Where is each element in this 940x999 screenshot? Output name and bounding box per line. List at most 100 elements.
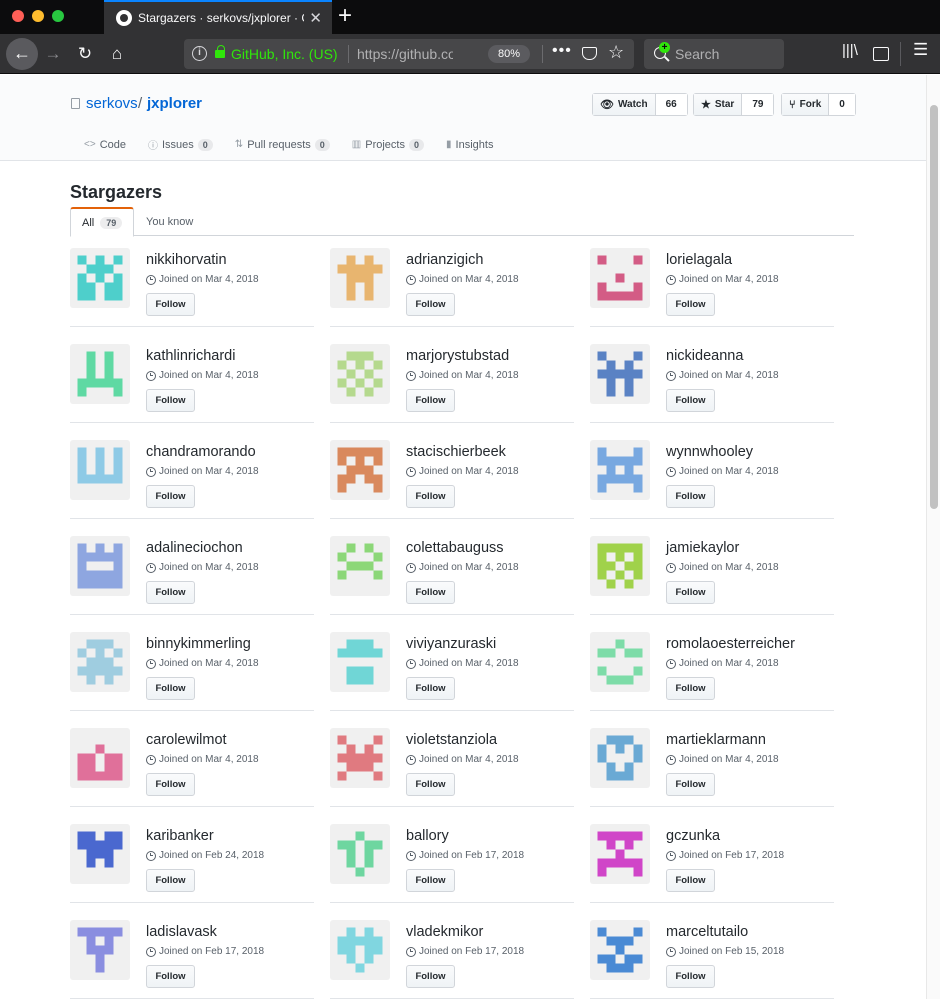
user-login-link[interactable]: marceltutailo: [666, 924, 748, 940]
tab-projects[interactable]: ▥ Projects 0: [352, 137, 425, 152]
avatar[interactable]: [70, 248, 130, 308]
avatar[interactable]: [590, 728, 650, 788]
follow-button[interactable]: Follow: [666, 869, 715, 892]
user-login-link[interactable]: lorielagala: [666, 252, 732, 268]
bookmark-star-icon[interactable]: ☆: [608, 42, 624, 63]
follow-button[interactable]: Follow: [666, 677, 715, 700]
follow-button[interactable]: Follow: [406, 773, 455, 796]
browser-tab-active[interactable]: Stargazers · serkovs/jxplorer · GitHub ✕: [104, 0, 332, 34]
follow-button[interactable]: Follow: [146, 485, 195, 508]
close-window-button[interactable]: [12, 10, 24, 22]
repo-owner-link[interactable]: serkovs: [86, 95, 138, 112]
user-login-link[interactable]: vladekmikor: [406, 924, 483, 940]
site-info-icon[interactable]: i: [192, 46, 207, 61]
pocket-icon[interactable]: [582, 47, 597, 60]
follow-button[interactable]: Follow: [146, 677, 195, 700]
avatar[interactable]: [330, 344, 390, 404]
user-login-link[interactable]: martieklarmann: [666, 732, 766, 748]
new-tab-button[interactable]: +: [338, 3, 352, 29]
user-login-link[interactable]: karibanker: [146, 828, 214, 844]
scrollbar-thumb[interactable]: [930, 105, 938, 509]
follow-button[interactable]: Follow: [666, 965, 715, 988]
tab-issues[interactable]: ⓘ Issues 0: [148, 137, 213, 152]
search-bar[interactable]: + Search: [644, 39, 784, 69]
watch-count[interactable]: 66: [655, 94, 687, 115]
avatar[interactable]: [330, 248, 390, 308]
follow-button[interactable]: Follow: [146, 581, 195, 604]
menu-icon[interactable]: ☰: [913, 40, 928, 60]
follow-button[interactable]: Follow: [666, 389, 715, 412]
zoom-window-button[interactable]: [52, 10, 64, 22]
avatar[interactable]: [70, 536, 130, 596]
follow-button[interactable]: Follow: [406, 485, 455, 508]
user-login-link[interactable]: colettabauguss: [406, 540, 504, 556]
avatar[interactable]: [70, 824, 130, 884]
avatar[interactable]: [330, 728, 390, 788]
follow-button[interactable]: Follow: [406, 389, 455, 412]
close-tab-icon[interactable]: ✕: [309, 9, 322, 27]
avatar[interactable]: [330, 632, 390, 692]
user-login-link[interactable]: kathlinrichardi: [146, 348, 235, 364]
url-bar[interactable]: i GitHub, Inc. (US) https://github.com/s…: [184, 39, 634, 69]
avatar[interactable]: [590, 632, 650, 692]
user-login-link[interactable]: carolewilmot: [146, 732, 227, 748]
page-actions-icon[interactable]: •••: [552, 42, 572, 60]
tab-insights[interactable]: ▮ Insights: [446, 137, 493, 152]
watch-button[interactable]: 👁 Watch: [593, 94, 656, 115]
avatar[interactable]: [330, 536, 390, 596]
fork-button[interactable]: ⑂ Fork: [782, 94, 830, 115]
user-login-link[interactable]: nikkihorvatin: [146, 252, 227, 268]
user-login-link[interactable]: romolaoesterreicher: [666, 636, 795, 652]
minimize-window-button[interactable]: [32, 10, 44, 22]
avatar[interactable]: [330, 920, 390, 980]
follow-button[interactable]: Follow: [146, 293, 195, 316]
reload-button[interactable]: ↻: [72, 41, 98, 67]
avatar[interactable]: [330, 440, 390, 500]
user-login-link[interactable]: binnykimmerling: [146, 636, 251, 652]
user-login-link[interactable]: nickideanna: [666, 348, 743, 364]
follow-button[interactable]: Follow: [146, 389, 195, 412]
back-button[interactable]: ←: [6, 38, 38, 70]
repo-name-link[interactable]: jxplorer: [147, 95, 202, 112]
user-login-link[interactable]: ballory: [406, 828, 449, 844]
avatar[interactable]: [590, 248, 650, 308]
user-login-link[interactable]: adalineciochon: [146, 540, 243, 556]
fork-count[interactable]: 0: [829, 94, 855, 115]
avatar[interactable]: [590, 920, 650, 980]
follow-button[interactable]: Follow: [406, 581, 455, 604]
follow-button[interactable]: Follow: [406, 965, 455, 988]
follow-button[interactable]: Follow: [406, 869, 455, 892]
user-login-link[interactable]: adrianzigich: [406, 252, 483, 268]
user-login-link[interactable]: stacischierbeek: [406, 444, 506, 460]
user-login-link[interactable]: marjorystubstad: [406, 348, 509, 364]
tab-all[interactable]: All 79: [70, 207, 135, 237]
tab-you-know[interactable]: You know: [135, 207, 204, 236]
user-login-link[interactable]: chandramorando: [146, 444, 256, 460]
avatar[interactable]: [590, 536, 650, 596]
user-login-link[interactable]: gczunka: [666, 828, 720, 844]
user-login-link[interactable]: viviyanzuraski: [406, 636, 496, 652]
avatar[interactable]: [590, 344, 650, 404]
follow-button[interactable]: Follow: [666, 581, 715, 604]
user-login-link[interactable]: ladislavask: [146, 924, 217, 940]
avatar[interactable]: [590, 440, 650, 500]
follow-button[interactable]: Follow: [406, 677, 455, 700]
library-icon[interactable]: |||\: [842, 42, 858, 59]
user-login-link[interactable]: wynnwhooley: [666, 444, 753, 460]
follow-button[interactable]: Follow: [406, 293, 455, 316]
star-count[interactable]: 79: [742, 94, 774, 115]
avatar[interactable]: [70, 920, 130, 980]
home-button[interactable]: ⌂: [104, 41, 130, 67]
zoom-indicator[interactable]: 80%: [488, 45, 530, 63]
avatar[interactable]: [70, 632, 130, 692]
avatar[interactable]: [330, 824, 390, 884]
site-identity[interactable]: GitHub, Inc. (US): [231, 46, 338, 62]
follow-button[interactable]: Follow: [666, 773, 715, 796]
follow-button[interactable]: Follow: [666, 293, 715, 316]
follow-button[interactable]: Follow: [146, 773, 195, 796]
user-login-link[interactable]: violetstanziola: [406, 732, 497, 748]
sidebar-toggle-icon[interactable]: [873, 47, 889, 61]
avatar[interactable]: [70, 440, 130, 500]
follow-button[interactable]: Follow: [146, 869, 195, 892]
follow-button[interactable]: Follow: [666, 485, 715, 508]
